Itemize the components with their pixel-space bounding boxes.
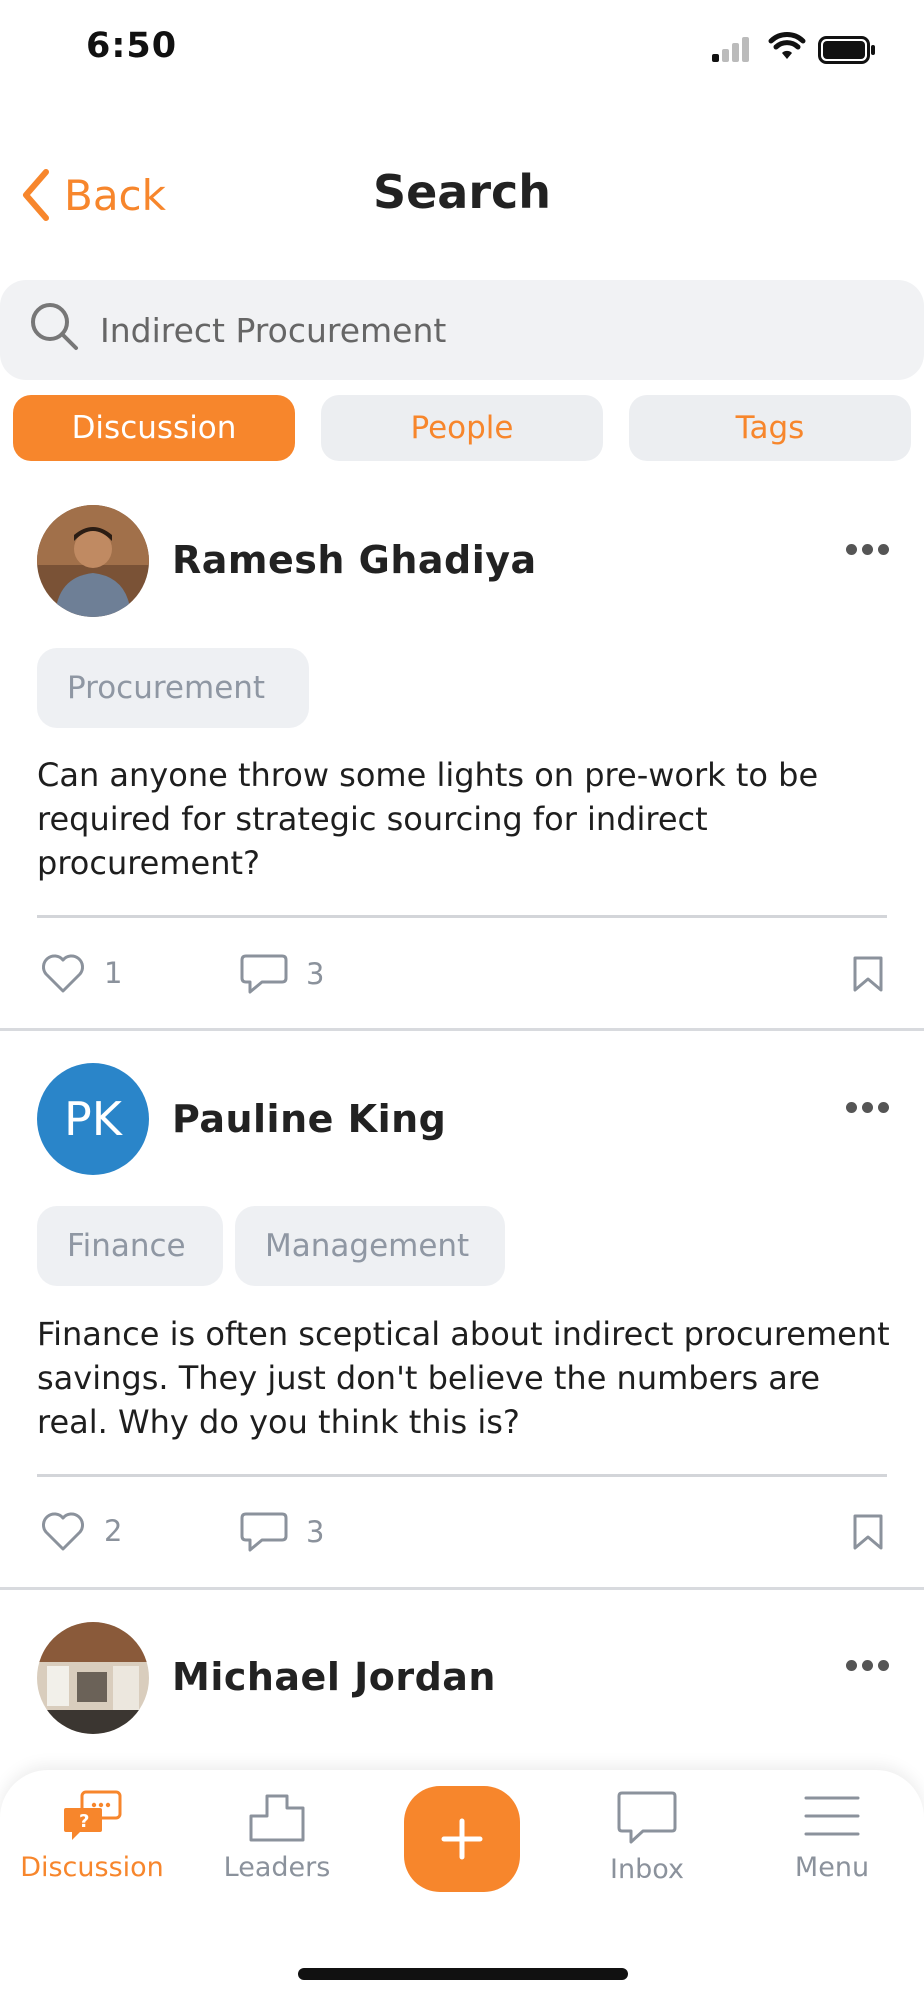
user-photo-icon <box>37 1622 149 1734</box>
comment-button[interactable]: 3 <box>240 952 324 996</box>
tag-chip[interactable]: Management <box>235 1206 505 1286</box>
bookmark-icon[interactable] <box>852 1513 884 1551</box>
avatar[interactable]: PK <box>37 1063 149 1175</box>
discussion-icon: ? <box>64 1790 122 1840</box>
more-options-icon[interactable] <box>846 544 890 558</box>
search-input[interactable] <box>98 298 882 362</box>
comment-icon <box>240 1512 288 1552</box>
avatar[interactable] <box>37 505 149 617</box>
post-separator <box>0 1028 924 1031</box>
post-author[interactable]: Ramesh Ghadiya <box>172 538 537 582</box>
status-time: 6:50 <box>86 26 178 66</box>
post-text: Finance is often sceptical about indirec… <box>37 1315 890 1441</box>
tabbar-item-discussion[interactable]: ? Discussion <box>2 1790 182 1900</box>
tab-tags[interactable]: Tags <box>629 395 911 461</box>
heart-icon <box>42 1512 84 1551</box>
tabbar-item-menu[interactable]: Menu <box>742 1790 922 1900</box>
post-separator <box>0 1587 924 1590</box>
comment-icon <box>240 954 288 994</box>
page-title: Search <box>372 165 552 219</box>
tab-discussion[interactable]: Discussion <box>13 395 295 461</box>
battery-icon <box>818 36 875 64</box>
home-indicator <box>298 1968 628 1980</box>
tab-people[interactable]: People <box>321 395 603 461</box>
more-options-icon[interactable] <box>846 1660 890 1674</box>
search-icon <box>31 303 78 350</box>
tabbar-label: Inbox <box>610 1854 684 1885</box>
divider <box>37 915 887 918</box>
bookmark-icon[interactable] <box>852 955 884 993</box>
heart-icon <box>42 954 84 993</box>
avatar-initials: PK <box>64 1092 122 1146</box>
comment-count: 3 <box>306 957 325 991</box>
tabbar-label: Leaders <box>223 1852 331 1883</box>
menu-icon <box>804 1796 860 1836</box>
like-button[interactable]: 1 <box>40 952 122 994</box>
tabbar-item-leaders[interactable]: Leaders <box>187 1790 367 1900</box>
inbox-icon <box>617 1791 677 1844</box>
post-author[interactable]: Pauline King <box>172 1097 446 1141</box>
plus-icon <box>441 1818 483 1860</box>
comment-count: 3 <box>306 1515 325 1549</box>
tabbar-label: Menu <box>794 1852 870 1883</box>
tabbar-label: Discussion <box>20 1852 164 1883</box>
avatar[interactable] <box>37 1622 149 1734</box>
more-options-icon[interactable] <box>846 1102 890 1116</box>
svg-text:?: ? <box>79 1811 89 1832</box>
like-count: 1 <box>104 956 123 990</box>
post-author[interactable]: Michael Jordan <box>172 1655 496 1699</box>
post-text: Can anyone throw some lights on pre-work… <box>37 756 819 882</box>
tag-chip[interactable]: Finance <box>37 1206 223 1286</box>
wifi-icon <box>768 32 806 59</box>
comment-button[interactable]: 3 <box>240 1510 324 1554</box>
divider <box>37 1474 887 1477</box>
tag-chip[interactable]: Procurement <box>37 648 309 728</box>
like-button[interactable]: 2 <box>40 1510 122 1552</box>
leaders-icon <box>249 1794 305 1842</box>
cellular-signal-icon <box>712 36 752 62</box>
like-count: 2 <box>104 1514 123 1548</box>
tabbar-item-inbox[interactable]: Inbox <box>557 1790 737 1900</box>
add-post-button[interactable] <box>404 1786 520 1892</box>
user-photo-icon <box>37 505 149 617</box>
